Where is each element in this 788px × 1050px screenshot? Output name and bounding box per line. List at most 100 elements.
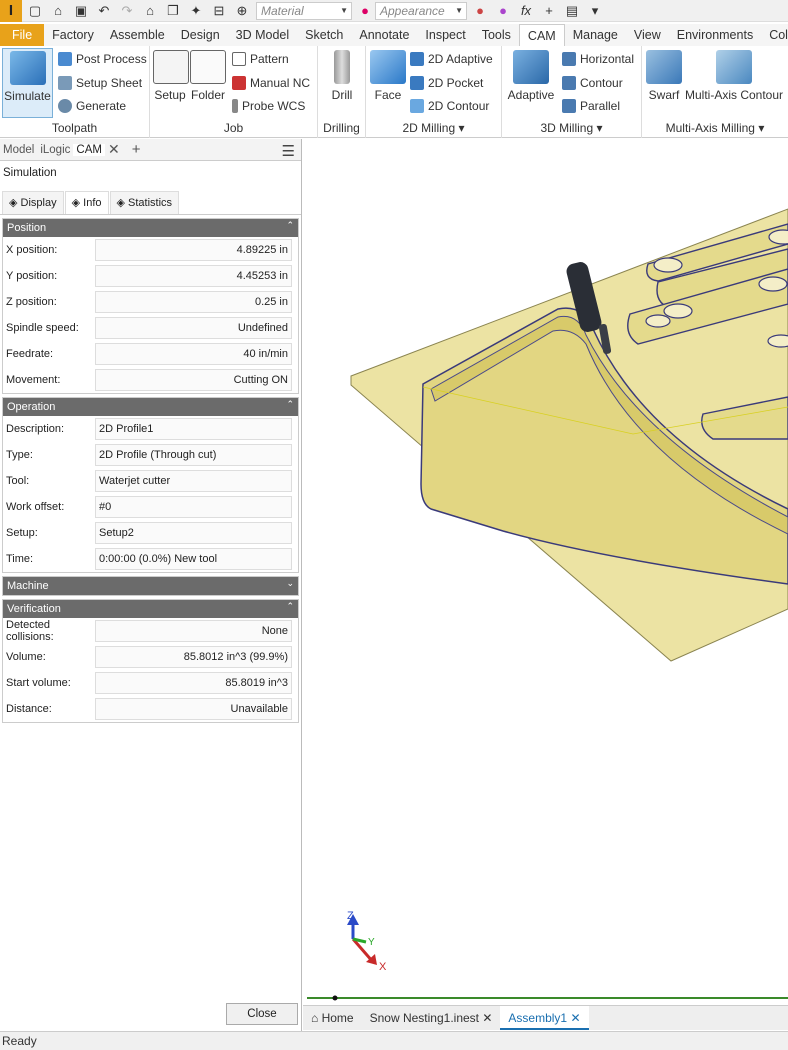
- tab-home[interactable]: ⌂ Home: [303, 1006, 362, 1030]
- 3d-viewport[interactable]: Z X Y: [303, 139, 788, 1005]
- post-process-icon: [58, 52, 72, 66]
- tab-tools[interactable]: Tools: [474, 24, 519, 46]
- select-icon[interactable]: ✦: [186, 3, 206, 19]
- tab-assembly1[interactable]: Assembly1 ✕: [500, 1006, 589, 1030]
- customize-icon[interactable]: ▤: [562, 3, 582, 19]
- machine-header[interactable]: Machine ⌄: [3, 577, 298, 595]
- drill-icon: [334, 50, 350, 84]
- verification-header[interactable]: Verification ⌃: [3, 600, 298, 618]
- tab-cam-panel[interactable]: CAM: [73, 143, 105, 156]
- 3d-milling-dropdown[interactable]: 3D Milling ▾: [502, 121, 641, 135]
- tab-inspect[interactable]: Inspect: [417, 24, 473, 46]
- pattern-button[interactable]: Pattern: [232, 49, 289, 69]
- subtab-info[interactable]: ◈ Info: [64, 191, 109, 214]
- row-value: None: [95, 620, 292, 642]
- close-tab-icon[interactable]: ✕: [105, 141, 123, 158]
- panel-title: Simulation: [3, 167, 57, 179]
- subtab-display[interactable]: ◈ Display: [2, 191, 64, 214]
- tab-cam[interactable]: CAM: [518, 24, 565, 46]
- add-tab-icon[interactable]: +: [129, 141, 144, 158]
- redo-icon[interactable]: ↷: [117, 3, 137, 19]
- row-label: Movement:: [6, 374, 61, 386]
- multi-axis-contour-button[interactable]: Multi-Axis Contour: [684, 48, 784, 102]
- fx-icon[interactable]: fx: [516, 3, 536, 19]
- measure-icon[interactable]: ⊟: [209, 3, 229, 19]
- collapse-icon[interactable]: ⌃: [286, 216, 294, 234]
- face-button[interactable]: Face: [370, 48, 406, 102]
- close-button[interactable]: Close: [226, 1003, 298, 1025]
- close-icon[interactable]: ✕: [570, 1011, 580, 1025]
- subtab-statistics[interactable]: ◈ Statistics: [109, 191, 180, 214]
- info-row: Setup: Setup2: [3, 520, 298, 546]
- tab-collaborate[interactable]: Col: [761, 24, 788, 46]
- folder-button[interactable]: Folder: [190, 48, 226, 102]
- tab-snow-nesting[interactable]: Snow Nesting1.inest ✕: [362, 1006, 501, 1030]
- tab-annotate[interactable]: Annotate: [351, 24, 417, 46]
- generate-icon: [58, 99, 72, 113]
- tab-file[interactable]: File: [0, 24, 45, 46]
- multi-axis-contour-label: Multi-Axis Contour: [684, 88, 784, 102]
- info-row: Distance: Unavailable: [3, 696, 298, 722]
- setup-sheet-button[interactable]: Setup Sheet: [58, 73, 142, 93]
- row-label: Description:: [6, 423, 65, 435]
- generate-button[interactable]: Generate: [58, 96, 126, 116]
- new-file-icon[interactable]: ▢: [25, 3, 45, 19]
- tab-ilogic[interactable]: iLogic: [37, 144, 73, 156]
- pattern-icon: [232, 52, 246, 66]
- drilling-group: Drill Drilling: [318, 46, 366, 138]
- operation-header[interactable]: Operation ⌃: [3, 398, 298, 416]
- tab-assemble[interactable]: Assemble: [102, 24, 173, 46]
- tab-3d-model[interactable]: 3D Model: [228, 24, 298, 46]
- multi-axis-dropdown[interactable]: Multi-Axis Milling ▾: [642, 121, 788, 135]
- tab-sketch[interactable]: Sketch: [297, 24, 351, 46]
- open-folder-icon[interactable]: ⌂: [48, 3, 68, 19]
- tab-view[interactable]: View: [626, 24, 669, 46]
- expand-icon[interactable]: ⌄: [286, 574, 294, 592]
- adaptive-button[interactable]: Adaptive: [506, 48, 556, 102]
- app-logo-icon[interactable]: I: [0, 0, 22, 22]
- color-wheel-icon[interactable]: ●: [470, 3, 490, 19]
- clear-appearance-icon[interactable]: ●: [493, 3, 513, 19]
- 2d-milling-dropdown[interactable]: 2D Milling ▾: [366, 121, 501, 135]
- machine-section: Machine ⌄: [2, 576, 299, 596]
- parallel-button[interactable]: Parallel: [562, 96, 620, 116]
- contour-button[interactable]: Contour: [562, 73, 623, 93]
- pattern-label: Pattern: [250, 52, 289, 66]
- info-row: X position: 4.89225 in: [3, 237, 298, 263]
- probe-wcs-button[interactable]: Probe WCS: [232, 96, 305, 116]
- undo-icon[interactable]: ↶: [94, 3, 114, 19]
- save-icon[interactable]: ▣: [71, 3, 91, 19]
- row-value: 40 in/min: [95, 343, 292, 365]
- close-icon[interactable]: ✕: [482, 1011, 492, 1025]
- visual-style-icon[interactable]: ⊕: [232, 3, 252, 19]
- appearance-select[interactable]: Appearance ▼: [375, 1, 467, 20]
- horizontal-button[interactable]: Horizontal: [562, 49, 634, 69]
- 2d-pocket-button[interactable]: 2D Pocket: [410, 73, 483, 93]
- x-axis-label: X: [379, 961, 387, 973]
- simulation-timeline-marker[interactable]: [332, 995, 338, 1001]
- tab-manage[interactable]: Manage: [565, 24, 626, 46]
- hamburger-menu-icon[interactable]: ☰: [282, 142, 295, 160]
- simulate-button[interactable]: Simulate: [2, 48, 53, 118]
- swarf-button[interactable]: Swarf: [646, 48, 682, 102]
- qat-overflow-icon[interactable]: ▾: [585, 3, 605, 19]
- setup-button[interactable]: Setup: [153, 48, 189, 102]
- plus-icon[interactable]: +: [539, 3, 559, 19]
- copy-icon[interactable]: ❐: [163, 3, 183, 19]
- tab-model[interactable]: Model: [0, 144, 37, 156]
- 2d-contour-button[interactable]: 2D Contour: [410, 96, 489, 116]
- manual-nc-button[interactable]: Manual NC: [232, 73, 310, 93]
- drill-button[interactable]: Drill: [324, 48, 360, 102]
- tab-design[interactable]: Design: [173, 24, 228, 46]
- 2d-adaptive-button[interactable]: 2D Adaptive: [410, 49, 493, 69]
- row-value: 0.25 in: [95, 291, 292, 313]
- collapse-icon[interactable]: ⌃: [286, 395, 294, 413]
- chevron-down-icon: ▾: [458, 121, 465, 135]
- position-header[interactable]: Position ⌃: [3, 219, 298, 237]
- tab-environments[interactable]: Environments: [669, 24, 761, 46]
- home-icon[interactable]: ⌂: [140, 3, 160, 19]
- tab-factory[interactable]: Factory: [44, 24, 102, 46]
- material-select[interactable]: Material ▼: [256, 1, 352, 20]
- post-process-button[interactable]: Post Process: [58, 49, 147, 69]
- collapse-icon[interactable]: ⌃: [286, 597, 294, 615]
